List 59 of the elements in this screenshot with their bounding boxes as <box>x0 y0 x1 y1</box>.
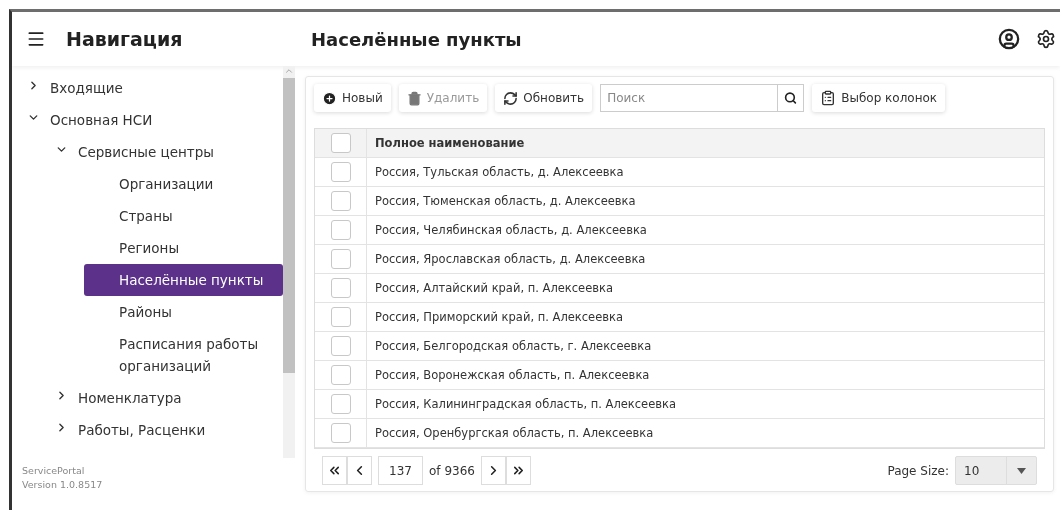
checkbox[interactable] <box>330 423 351 443</box>
page-count: of 9366 <box>429 463 475 478</box>
refresh-button[interactable]: Обновить <box>495 84 593 112</box>
user-icon[interactable] <box>998 28 1020 50</box>
table-cell-text: Россия, Тульская область, д. Алексеевка <box>374 164 625 181</box>
settings-icon[interactable] <box>1036 29 1056 49</box>
nav-item[interactable]: Номенклатура <box>72 382 190 414</box>
menu-icon[interactable] <box>26 29 46 49</box>
footer-text: Version 1.0.8517 <box>22 478 104 492</box>
table-cell-text: Россия, Приморский край, п. Алексеевка <box>374 309 624 326</box>
scrollbar[interactable] <box>283 66 295 458</box>
checkbox[interactable] <box>330 191 351 211</box>
caret-icon <box>1017 467 1026 474</box>
nav-item[interactable]: Сервисные центры <box>72 136 222 168</box>
table-cell-text: Россия, Челябинская область, д. Алексеевка <box>374 222 648 239</box>
page-size-label: Page Size: <box>887 463 949 478</box>
checkbox[interactable] <box>330 307 351 327</box>
columns-button[interactable]: Выбор колонок <box>812 84 946 112</box>
checkbox[interactable] <box>330 394 351 414</box>
nav-item[interactable]: Работы, Расценки <box>72 414 214 446</box>
search-field[interactable]: Поиск <box>600 84 779 112</box>
table-cell-text: Россия, Калининградская область, п. Алексеевка <box>374 396 678 413</box>
checkbox[interactable] <box>330 278 351 298</box>
page-size-select[interactable]: 10 <box>955 456 1037 485</box>
checkbox[interactable] <box>330 249 351 269</box>
next-page-button[interactable] <box>480 456 506 485</box>
new-button[interactable]: Новый <box>314 84 391 112</box>
navigation-title: Навигация <box>66 28 183 50</box>
first-page-button[interactable] <box>322 456 347 485</box>
previous-page-button[interactable] <box>347 456 372 485</box>
table-cell-text: Россия, Оренбургская область, п. Алексеевка <box>374 425 655 442</box>
plus-circle-icon <box>322 90 337 106</box>
checkbox[interactable] <box>330 162 351 182</box>
nav-item[interactable]: Районы <box>84 296 283 328</box>
page-number-field[interactable]: 137 <box>378 456 423 485</box>
trash-icon <box>406 90 422 106</box>
checkbox[interactable] <box>330 336 351 356</box>
footer-text: ServicePortal <box>22 464 86 478</box>
nav-item[interactable]: Страны <box>84 200 283 232</box>
checkbox[interactable] <box>330 133 351 153</box>
checkbox[interactable] <box>330 365 351 385</box>
search-button[interactable] <box>778 84 805 112</box>
clipboard-list-icon <box>820 90 837 106</box>
search-icon <box>784 91 798 105</box>
nav-item[interactable]: Входящие <box>44 72 131 104</box>
checkbox[interactable] <box>330 220 351 240</box>
table-cell-text: Россия, Тюменская область, д. Алексеевка <box>374 193 637 210</box>
table-cell-text: Россия, Воронежская область, п. Алексеевка <box>374 367 651 384</box>
nav-item[interactable]: Регионы <box>84 232 283 264</box>
table-cell-text: Россия, Белгородская область, г. Алексеевка <box>374 338 653 355</box>
table-cell-text: Россия, Ярославская область, д. Алексеевка <box>374 251 647 268</box>
nav-item[interactable]: Населённые пункты <box>84 264 283 296</box>
table-cell-text: Россия, Алтайский край, п. Алексеевка <box>374 280 615 297</box>
page-title: Населённые пункты <box>310 28 523 50</box>
last-page-button[interactable] <box>505 456 531 485</box>
nav-item[interactable]: Расписания работы организаций <box>84 328 283 382</box>
nav-item[interactable]: Организации <box>84 168 283 200</box>
refresh-icon <box>503 90 519 106</box>
nav-item[interactable]: Основная НСИ <box>44 104 161 136</box>
